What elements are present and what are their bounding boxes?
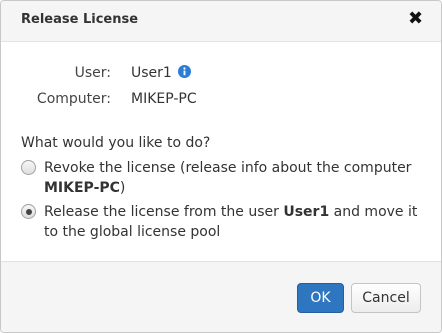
option-bold-text: MIKEP-PC — [44, 180, 120, 196]
revoke-license-radio[interactable] — [21, 160, 36, 175]
computer-value: MIKEP-PC — [131, 91, 197, 107]
dialog-footer: OK Cancel — [1, 261, 441, 332]
release-to-pool-label: Release the license from the user User1 … — [44, 202, 421, 242]
revoke-license-label: Revoke the license (release info about t… — [44, 158, 421, 198]
release-to-pool-radio[interactable] — [21, 204, 36, 219]
cancel-button[interactable]: Cancel — [351, 283, 421, 313]
close-icon[interactable]: ✖ — [408, 9, 423, 29]
user-row: User: User1 — [1, 64, 441, 82]
option-bold-text: User1 — [283, 204, 330, 220]
option-text: ) — [119, 180, 126, 196]
question-text: What would you like to do? — [21, 135, 211, 151]
release-license-dialog: Release License ✖ User: User1 Computer: … — [0, 0, 442, 333]
release-to-pool-option[interactable]: Release the license from the user User1 … — [21, 202, 421, 242]
computer-label: Computer: — [36, 91, 111, 107]
dialog-title: Release License — [21, 12, 139, 27]
user-value: User1 — [131, 65, 172, 81]
dialog-header: Release License ✖ — [1, 1, 441, 42]
ok-button[interactable]: OK — [297, 283, 344, 313]
option-text: Revoke the license (release info about t… — [44, 160, 412, 176]
revoke-license-option[interactable]: Revoke the license (release info about t… — [21, 158, 421, 198]
computer-row: Computer: MIKEP-PC — [1, 90, 441, 108]
info-icon[interactable] — [177, 65, 191, 78]
option-text: Release the license from the user — [44, 204, 284, 220]
user-value-wrap: User1 — [131, 64, 191, 82]
user-label: User: — [74, 65, 111, 81]
